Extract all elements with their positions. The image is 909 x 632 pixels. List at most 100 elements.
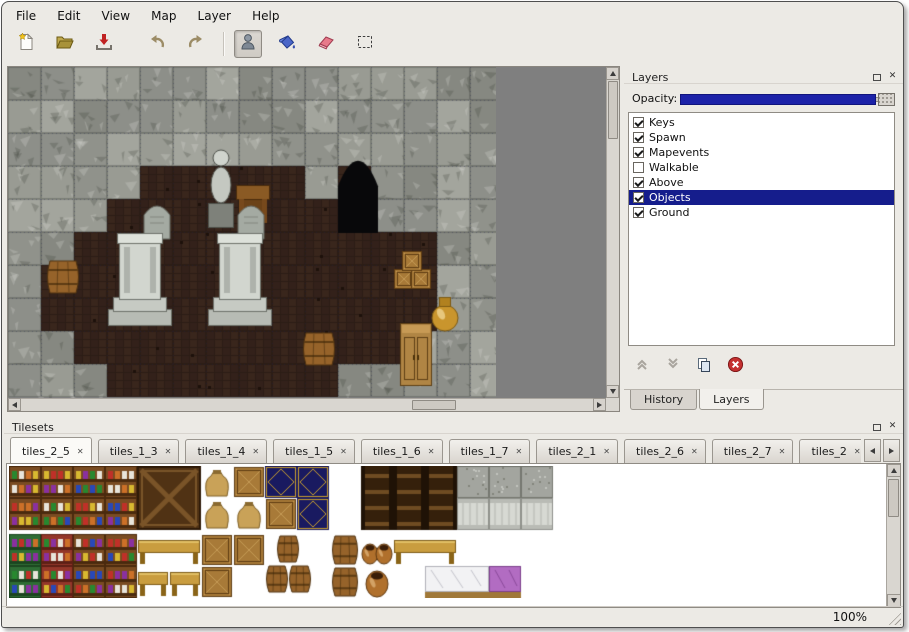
close-panel-button[interactable]: ✕ bbox=[886, 419, 899, 432]
tileset-view[interactable] bbox=[6, 463, 901, 608]
tab-history[interactable]: History bbox=[630, 390, 697, 410]
fill-tool-icon bbox=[277, 32, 297, 56]
save-icon bbox=[94, 32, 114, 56]
close-tab-icon[interactable]: ✕ bbox=[77, 447, 84, 456]
tab-layers[interactable]: Layers bbox=[699, 389, 763, 410]
scroll-right-button[interactable] bbox=[593, 398, 606, 411]
float-panel-button[interactable] bbox=[870, 69, 883, 82]
layer-visibility-checkbox[interactable] bbox=[633, 117, 644, 128]
arrow-up-icon bbox=[610, 71, 616, 76]
tileset-tab[interactable]: tiles_2_7 ✕ bbox=[712, 439, 794, 463]
close-tab-icon[interactable]: ✕ bbox=[854, 447, 861, 456]
opacity-slider-handle[interactable] bbox=[878, 93, 895, 106]
close-tab-icon[interactable]: ✕ bbox=[779, 447, 786, 456]
tileset-canvas[interactable] bbox=[9, 466, 569, 598]
tilesets-panel: Tilesets ✕ tiles_2_5✕ tiles_1_3✕ tiles_1… bbox=[4, 416, 903, 608]
opacity-row: Opacity: bbox=[624, 89, 903, 109]
map-vertical-scrollbar[interactable] bbox=[606, 67, 619, 398]
tileset-tab[interactable]: tiles_2_6✕ bbox=[624, 439, 706, 463]
resize-grip[interactable] bbox=[887, 611, 901, 625]
map-vscroll-thumb[interactable] bbox=[608, 81, 618, 139]
save-button[interactable] bbox=[90, 30, 118, 58]
map-horizontal-scrollbar[interactable] bbox=[8, 398, 606, 411]
open-folder-icon bbox=[55, 32, 75, 56]
menu-map[interactable]: Map bbox=[143, 7, 184, 25]
menu-file[interactable]: File bbox=[8, 7, 44, 25]
tileset-tab[interactable]: tiles_1_7✕ bbox=[449, 439, 531, 463]
scroll-down-button[interactable] bbox=[606, 385, 619, 398]
layer-row-ground[interactable]: Ground bbox=[629, 205, 894, 220]
rect-select-tool-icon bbox=[355, 32, 375, 56]
layer-visibility-checkbox[interactable] bbox=[633, 207, 644, 218]
arrow-down-icon bbox=[891, 598, 897, 603]
tileset-tab[interactable]: tiles_2_1✕ bbox=[536, 439, 618, 463]
layer-visibility-checkbox[interactable] bbox=[633, 147, 644, 158]
close-tab-icon[interactable]: ✕ bbox=[252, 447, 259, 456]
status-bar: 100% bbox=[2, 606, 903, 627]
layer-list[interactable]: Keys Spawn Mapevents Walkable Above Obje… bbox=[628, 112, 895, 346]
menu-view[interactable]: View bbox=[94, 7, 138, 25]
layer-row-objects[interactable]: Objects bbox=[629, 190, 894, 205]
tabs-scroll-right-button[interactable] bbox=[883, 439, 900, 462]
layer-row-mapevents[interactable]: Mapevents bbox=[629, 145, 894, 160]
tileset-tab-strip: tiles_2_5✕ tiles_1_3 ✕ tiles_1_4✕ tiles_1… bbox=[10, 435, 861, 463]
layers-panel: Layers ✕ Opacity: Keys Spawn Mapev bbox=[624, 66, 903, 412]
layers-panel-titlebar: Layers ✕ bbox=[624, 66, 903, 84]
tileset-tab[interactable]: tiles_2_5✕ bbox=[10, 437, 92, 463]
layer-row-walkable[interactable]: Walkable bbox=[629, 160, 894, 175]
tabs-scroll-left-button[interactable] bbox=[864, 439, 881, 462]
undo-button[interactable] bbox=[143, 30, 171, 58]
close-tab-icon[interactable]: ✕ bbox=[516, 447, 523, 456]
arrow-down-icon bbox=[610, 389, 616, 394]
delete-layer-icon bbox=[727, 356, 744, 377]
eraser-tool-button[interactable] bbox=[312, 30, 340, 58]
map-viewport[interactable] bbox=[7, 66, 620, 412]
tileset-tab[interactable]: tiles_1_3 ✕ bbox=[98, 439, 180, 463]
menu-help[interactable]: Help bbox=[244, 7, 287, 25]
scroll-up-button[interactable] bbox=[887, 464, 901, 477]
close-tab-icon[interactable]: ✕ bbox=[165, 447, 172, 456]
scroll-left-button[interactable] bbox=[8, 398, 21, 411]
select-tool-button[interactable] bbox=[351, 30, 379, 58]
layer-row-spawn[interactable]: Spawn bbox=[629, 130, 894, 145]
new-button[interactable] bbox=[12, 30, 40, 58]
close-panel-button[interactable]: ✕ bbox=[886, 69, 899, 82]
layer-visibility-checkbox[interactable] bbox=[633, 162, 644, 173]
menu-edit[interactable]: Edit bbox=[49, 7, 88, 25]
close-tab-icon[interactable]: ✕ bbox=[691, 447, 698, 456]
new-file-icon bbox=[16, 32, 36, 56]
layer-visibility-checkbox[interactable] bbox=[633, 177, 644, 188]
tileset-tab[interactable]: tiles_1_6✕ bbox=[361, 439, 443, 463]
layer-visibility-checkbox[interactable] bbox=[633, 192, 644, 203]
close-tab-icon[interactable]: ✕ bbox=[603, 447, 610, 456]
fill-tool-button[interactable] bbox=[273, 30, 301, 58]
delete-layer-button[interactable] bbox=[725, 356, 745, 376]
tileset-tab[interactable]: tiles_1_4✕ bbox=[185, 439, 267, 463]
tileset-tab-label: tiles_1_3 bbox=[110, 445, 158, 458]
redo-button[interactable] bbox=[182, 30, 210, 58]
opacity-slider[interactable] bbox=[680, 93, 895, 106]
layer-row-keys[interactable]: Keys bbox=[629, 115, 894, 130]
tileset-vscroll-thumb[interactable] bbox=[888, 479, 899, 517]
layer-visibility-checkbox[interactable] bbox=[633, 132, 644, 143]
duplicate-layer-button[interactable] bbox=[694, 356, 714, 376]
toolbar-separator bbox=[223, 32, 225, 56]
tileset-tab-label: tiles_2_7 bbox=[724, 445, 772, 458]
tileset-vertical-scrollbar[interactable] bbox=[886, 464, 900, 607]
opacity-slider-fill bbox=[680, 94, 876, 105]
tileset-tab[interactable]: tiles_1_5✕ bbox=[273, 439, 355, 463]
close-tab-icon[interactable]: ✕ bbox=[428, 447, 435, 456]
map-canvas[interactable] bbox=[8, 67, 496, 398]
layer-row-above[interactable]: Above bbox=[629, 175, 894, 190]
tileset-tab[interactable]: tiles_2✕ bbox=[799, 439, 861, 463]
stamp-tool-button[interactable] bbox=[234, 30, 262, 58]
lower-layer-button[interactable] bbox=[663, 356, 683, 376]
raise-layer-button[interactable] bbox=[632, 356, 652, 376]
open-button[interactable] bbox=[51, 30, 79, 58]
float-panel-button[interactable] bbox=[870, 419, 883, 432]
arrow-right-icon bbox=[889, 448, 894, 454]
scroll-up-button[interactable] bbox=[606, 67, 619, 80]
close-tab-icon[interactable]: ✕ bbox=[340, 447, 347, 456]
map-hscroll-thumb[interactable] bbox=[412, 400, 456, 410]
menu-layer[interactable]: Layer bbox=[190, 7, 239, 25]
